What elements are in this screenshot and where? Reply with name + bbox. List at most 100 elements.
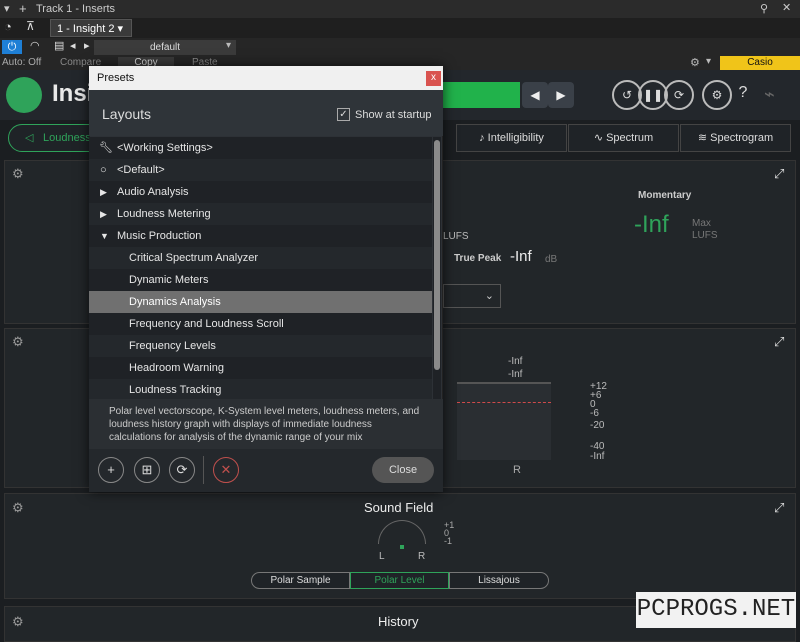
help-icon[interactable]: ? (728, 80, 758, 110)
layout-description: Polar level vectorscope, K-System level … (89, 399, 443, 449)
list-item[interactable]: Frequency Levels (89, 335, 432, 357)
threshold-line (457, 402, 551, 403)
loop-icon[interactable]: ⟳ (664, 80, 694, 110)
gear-icon[interactable]: ⚙ (12, 500, 24, 516)
scale-tick: -6 (590, 408, 599, 419)
tab-label: Spectrum (606, 132, 654, 144)
save-icon[interactable]: ▤ (54, 39, 64, 52)
momentary-value: -Inf (634, 211, 669, 238)
circle-icon: ○ (100, 164, 107, 176)
close-button[interactable]: Close (372, 457, 434, 483)
gear-icon[interactable]: ⚙ (12, 334, 24, 350)
peak-readout: -Inf (508, 356, 523, 367)
tab-label: Intelligibility (487, 132, 544, 144)
correlation-scale: +1 0 -1 (444, 521, 454, 546)
polar-dot (400, 545, 404, 549)
list-item[interactable]: Critical Spectrum Analyzer (89, 247, 432, 269)
list-item-label: <Default> (117, 164, 165, 176)
chevron-down-icon[interactable]: ▾ (226, 40, 231, 51)
db-unit: dB (545, 254, 558, 265)
activity-icon: ◠ (30, 40, 40, 52)
bypass-icon[interactable]: ⏻ (2, 40, 22, 54)
spectrum-icon: ∿ (593, 132, 604, 144)
close-icon[interactable]: ✕ (782, 1, 791, 14)
expand-icon[interactable]: ⤢ (774, 166, 784, 182)
channel-r-label: R (513, 464, 521, 476)
tab-intelligibility[interactable]: ♪ Intelligibility (456, 124, 567, 152)
list-item-label: Music Production (117, 230, 202, 242)
list-item-label: Headroom Warning (129, 362, 224, 374)
chevron-down-icon: ⌄ (484, 290, 494, 302)
list-item[interactable]: ▶ Audio Analysis (89, 181, 432, 203)
list-item[interactable]: ▼ Music Production (89, 225, 432, 247)
scrollbar-thumb[interactable] (434, 140, 440, 370)
insert-dropdown[interactable]: 1 - Insight 2 ▾ (50, 19, 132, 37)
chevron-down-icon[interactable]: ▾ (706, 56, 711, 67)
polar-sample-button[interactable]: Polar Sample (251, 572, 350, 589)
preset-selector[interactable]: default (94, 40, 236, 55)
device-label[interactable]: Casio (720, 56, 800, 70)
wrench-icon: 🔧︎ (99, 142, 113, 154)
expand-icon[interactable]: ⤢ (774, 500, 784, 516)
list-item[interactable]: Frequency and Loudness Scroll (89, 313, 432, 335)
scale-tick: -20 (590, 420, 605, 431)
chevron-down-icon[interactable]: ▾ (4, 2, 10, 15)
gear-icon[interactable]: ⚙ (12, 166, 24, 182)
true-peak-value: -Inf (510, 248, 532, 265)
add-preset-icon[interactable]: + (98, 457, 124, 483)
delete-icon[interactable]: ✕ (213, 457, 239, 483)
layouts-title: Layouts (102, 106, 152, 122)
lissajous-button[interactable]: Lissajous (449, 572, 549, 589)
izotope-logo-icon (6, 77, 42, 113)
list-item[interactable]: Dynamic Meters (89, 269, 432, 291)
next-arrow-icon[interactable]: ▶ (548, 82, 574, 108)
routing-icon[interactable]: ⊼ (26, 19, 35, 33)
spectrogram-icon: ≋ (697, 132, 708, 144)
mode-dropdown[interactable]: ⌄ (443, 284, 501, 308)
list-item-label: Critical Spectrum Analyzer (129, 252, 258, 264)
list-item[interactable]: ▶ Loudness Metering (89, 203, 432, 225)
track-title: Track 1 - Inserts (36, 3, 116, 15)
automation-toggle[interactable]: Auto: Off (2, 57, 41, 68)
list-item[interactable]: Loudness Tracking (89, 379, 432, 399)
layouts-list: 🔧︎ <Working Settings> ○ <Default> ▶ Audi… (89, 137, 432, 399)
list-item-label: Frequency and Loudness Scroll (129, 318, 284, 330)
momentary-label: Momentary (638, 190, 692, 201)
izotope-mark-icon: ⌁ (764, 84, 775, 104)
refresh-icon[interactable]: ⟳ (169, 457, 195, 483)
tab-loudness[interactable]: ◁ Loudness (8, 124, 91, 152)
lufs-unit: LUFS (692, 230, 718, 241)
tab-spectrogram[interactable]: ≋ Spectrogram (680, 124, 791, 152)
prev-arrow-icon[interactable]: ◀ (522, 82, 548, 108)
scale-tick: -Inf (590, 451, 605, 462)
host-title-bar: ▾ + Track 1 - Inserts ⚲ ✕ (0, 0, 800, 18)
power-icon[interactable]: ◔ (4, 19, 12, 34)
list-item-label: Loudness Metering (117, 208, 211, 220)
list-item[interactable]: 🔧︎ <Working Settings> (89, 137, 432, 159)
polar-level-button[interactable]: Polar Level (350, 572, 449, 589)
tab-spectrum[interactable]: ∿ Spectrum (568, 124, 679, 152)
insert-name: 1 - Insight 2 (57, 23, 115, 35)
show-at-startup-checkbox[interactable]: ✓ (337, 108, 350, 121)
dialog-close-button[interactable]: x (426, 71, 441, 86)
list-item[interactable]: Headroom Warning (89, 357, 432, 379)
dialog-title: Presets (89, 66, 443, 90)
add-folder-icon[interactable]: ⊞ (134, 457, 160, 483)
plus-icon[interactable]: + (19, 1, 27, 16)
prev-preset-icon[interactable]: ◂ (70, 39, 76, 52)
expand-icon[interactable]: ⤢ (774, 334, 784, 350)
next-preset-icon[interactable]: ▸ (84, 39, 90, 52)
lufs-unit: LUFS (443, 231, 469, 242)
ear-icon: ♪ (479, 132, 485, 144)
gear-icon[interactable]: ⚙ (690, 56, 700, 69)
right-label: R (418, 551, 426, 562)
pin-icon[interactable]: ⚲ (760, 2, 768, 15)
scale-tick: -1 (444, 536, 453, 546)
gear-icon[interactable]: ⚙ (12, 614, 24, 630)
preset-name-bar[interactable] (440, 82, 520, 108)
triangle-down-icon: ▼ (100, 231, 109, 241)
list-item[interactable]: ○ <Default> (89, 159, 432, 181)
show-at-startup-label[interactable]: Show at startup (355, 109, 431, 121)
list-item-selected[interactable]: Dynamics Analysis (89, 291, 432, 313)
list-item-label: Loudness Tracking (129, 384, 222, 396)
